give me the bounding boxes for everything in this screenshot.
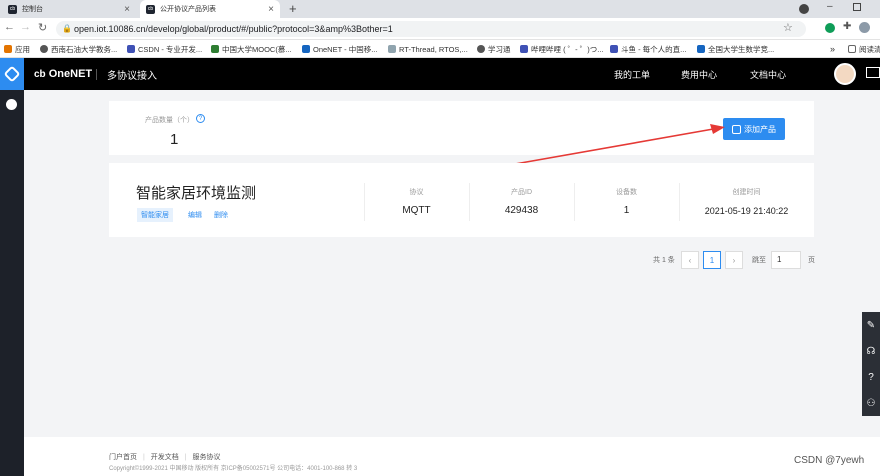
douyu-icon <box>610 45 618 53</box>
bookmark-apps[interactable]: 应用 <box>4 43 30 55</box>
nav-my-tickets[interactable]: 我的工单 <box>614 68 650 81</box>
url-field[interactable]: 🔒 open.iot.10086.cn/develop/global/produ… <box>56 21 806 37</box>
reading-list-icon <box>848 45 856 53</box>
product-tag: 智能家居 <box>137 208 173 222</box>
onenet-icon <box>302 45 310 53</box>
bilibili-icon <box>520 45 528 53</box>
pie-chart-icon[interactable] <box>6 99 17 110</box>
float-users[interactable]: ⚇ <box>862 390 880 416</box>
bookmark-item[interactable]: 中国大学MOOC(慕... <box>211 43 292 55</box>
new-tab-icon[interactable]: + <box>289 1 297 16</box>
bookmarks-bar: 应用 西南石油大学教务... CSDN - 专业开发... 中国大学MOOC(慕… <box>0 40 880 58</box>
footer-link-terms[interactable]: 服务协议 <box>192 454 220 461</box>
close-icon[interactable]: × <box>268 4 274 15</box>
star-icon[interactable]: ☆ <box>783 21 793 34</box>
globe-icon <box>40 45 48 53</box>
nav-billing[interactable]: 费用中心 <box>681 68 717 81</box>
divider <box>96 69 97 80</box>
tab-label: 公开协议产品列表 <box>160 6 216 13</box>
address-bar-row: ← → ↻ 🔒 open.iot.10086.cn/develop/global… <box>0 18 880 40</box>
maximize-icon[interactable] <box>853 3 861 11</box>
bookmark-reading-list[interactable]: 阅读清单 <box>848 43 880 55</box>
jump-input[interactable]: 1 <box>771 251 801 269</box>
bookmark-item[interactable]: 学习通 <box>477 43 511 55</box>
next-page-icon[interactable]: › <box>725 251 743 269</box>
globe-icon <box>477 45 485 53</box>
product-count-value: 1 <box>170 131 179 148</box>
section-title: 多协议接入 <box>107 71 157 82</box>
bookmark-item[interactable]: CSDN - 专业开发... <box>127 43 202 55</box>
browser-tab-active[interactable]: cb 公开协议产品列表 × <box>140 0 280 18</box>
rtthread-icon <box>388 45 396 53</box>
edit-link[interactable]: 编辑 <box>188 210 202 220</box>
watermark: CSDN @7yewh <box>794 455 865 466</box>
apps-icon <box>4 45 12 53</box>
mail-icon[interactable] <box>866 67 880 78</box>
page-unit: 页 <box>808 257 815 264</box>
product-count-label: 产品数量（个） <box>145 117 194 124</box>
reload-icon[interactable]: ↻ <box>38 21 47 34</box>
browser-tab[interactable]: cb 控制台 × <box>2 0 136 18</box>
pencil-icon: ✎ <box>866 319 876 331</box>
product-name[interactable]: 智能家居环境监测 <box>136 182 256 203</box>
minimize-icon[interactable]: – <box>827 1 833 12</box>
tab-label: 控制台 <box>22 6 43 13</box>
page-button[interactable]: 1 <box>703 251 721 269</box>
close-icon[interactable]: × <box>124 4 130 15</box>
url-text: open.iot.10086.cn/develop/global/product… <box>74 24 393 34</box>
onenet-favicon-icon: cb <box>146 4 155 14</box>
created-time-col: 创建时间 2021-05-19 21:40:22 <box>704 189 789 216</box>
footer-link-home[interactable]: 门户首页 <box>109 454 137 461</box>
hexagon-icon <box>3 65 21 83</box>
bookmark-item[interactable]: RT-Thread, RTOS,... <box>388 43 468 55</box>
copyright: Copyright©1999-2021 中国移动 版权所有 京ICP备05002… <box>109 466 358 472</box>
mooc-icon <box>211 45 219 53</box>
math-icon <box>697 45 705 53</box>
jump-label: 跳至 <box>752 257 766 264</box>
nav-docs[interactable]: 文档中心 <box>750 68 786 81</box>
csdn-icon <box>127 45 135 53</box>
product-id-col: 产品ID 429438 <box>504 189 539 216</box>
device-count-col: 设备数 1 <box>616 189 637 216</box>
headset-icon: ☊ <box>866 345 876 357</box>
bookmark-item[interactable]: 全国大学生数学竞... <box>697 43 774 55</box>
pagination-total: 共 1 条 <box>653 257 675 264</box>
delete-link[interactable]: 删除 <box>214 210 228 220</box>
sidebar <box>0 58 24 476</box>
avatar[interactable] <box>834 63 856 85</box>
back-icon[interactable]: ← <box>4 21 15 33</box>
bookmark-item[interactable]: 西南石油大学教务... <box>40 43 117 55</box>
users-icon: ⚇ <box>866 397 876 409</box>
help-icon[interactable]: ? <box>196 114 205 123</box>
sidebar-home[interactable] <box>0 58 24 90</box>
onenet-favicon-icon: cb <box>8 4 17 14</box>
record-icon[interactable] <box>799 4 809 14</box>
forward-icon[interactable]: → <box>20 21 31 33</box>
footer-link-docs[interactable]: 开发文档 <box>151 454 179 461</box>
extension-icon[interactable] <box>825 23 835 33</box>
prev-page-icon[interactable]: ‹ <box>681 251 699 269</box>
protocol-col: 协议 MQTT <box>402 189 431 216</box>
footer-links: 门户首页 | 开发文档 | 服务协议 <box>109 454 221 461</box>
product-card[interactable]: 智能家居环境监测 智能家居 编辑 删除 协议 MQTT 产品ID 429438 … <box>109 163 814 237</box>
more-bookmarks-icon[interactable]: » <box>830 43 835 55</box>
float-edit[interactable]: ✎ <box>862 312 880 338</box>
browser-tab-bar: cb 控制台 × cb 公开协议产品列表 × + – <box>0 0 880 18</box>
app-header: cb OneNET 多协议接入 我的工单 费用中心 文档中心 <box>0 58 880 90</box>
question-icon: ? <box>868 371 874 383</box>
logo[interactable]: cb OneNET <box>34 68 92 80</box>
bookmark-item[interactable]: 哔哩哔哩 ( ゜- ゜)つ... <box>520 43 604 55</box>
onenet-logo-icon: cb <box>34 69 46 80</box>
lock-icon: 🔒 <box>62 24 72 33</box>
bookmark-item[interactable]: OneNET - 中国移... <box>302 43 377 55</box>
bookmark-item[interactable]: 斗鱼 - 每个人的直... <box>610 43 686 55</box>
float-support[interactable]: ☊ <box>862 338 880 364</box>
float-help[interactable]: ? <box>862 364 880 390</box>
profile-icon[interactable] <box>859 22 870 33</box>
puzzle-icon[interactable]: ✚ <box>843 21 851 32</box>
